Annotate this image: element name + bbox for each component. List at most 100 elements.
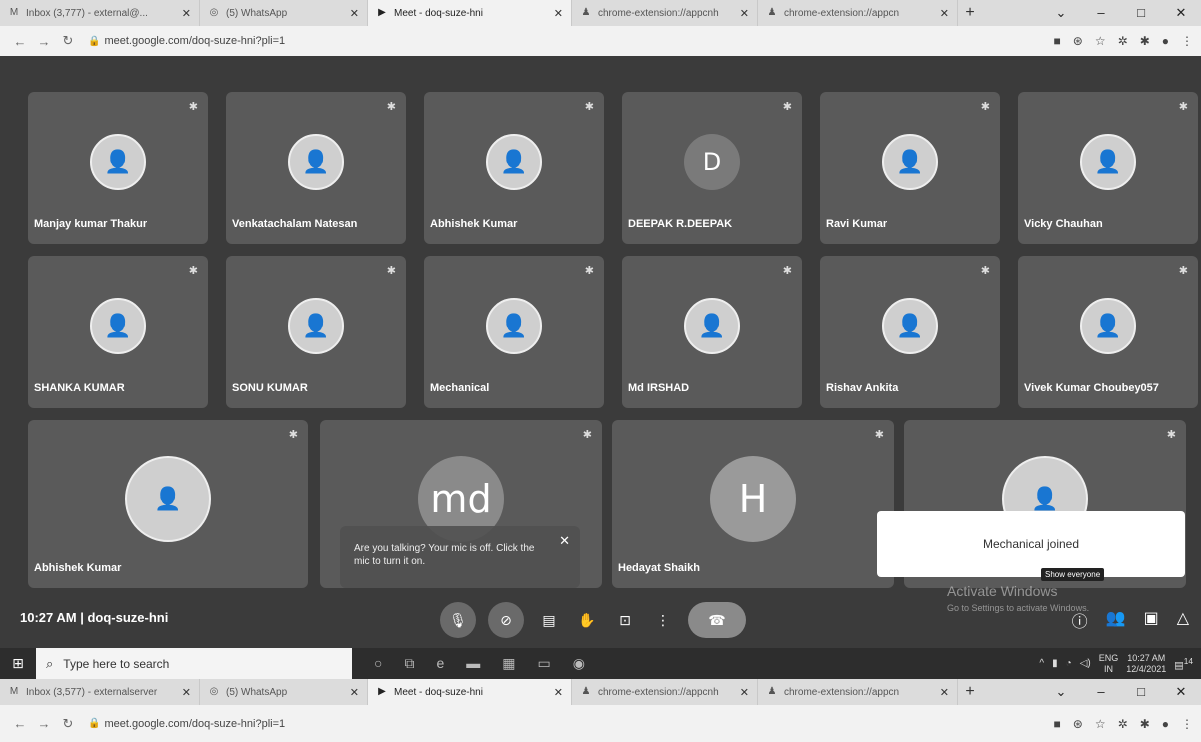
extension-icon[interactable]: ✲	[1118, 34, 1128, 48]
close-icon[interactable]: ✕	[940, 686, 949, 699]
close-icon[interactable]: ✕	[182, 7, 191, 20]
new-tab-icon[interactable]: +	[958, 4, 982, 22]
profile-icon[interactable]: ●	[1162, 34, 1169, 48]
chevron-down-icon[interactable]: ⌄	[1041, 5, 1081, 21]
participant-tile[interactable]: ✱ H Hedayat Shaikh	[612, 420, 894, 588]
captions-button[interactable]: ▤	[536, 602, 562, 638]
notification-icon[interactable]: ▤14	[1174, 656, 1193, 671]
puzzle-icon[interactable]: ✱	[1140, 34, 1150, 48]
people-icon[interactable]: 👥	[1106, 608, 1126, 632]
clock[interactable]: 10:27 AM 12/4/2021	[1126, 653, 1166, 675]
browser-tab[interactable]: ♟ chrome-extension://appcn ✕	[758, 679, 958, 705]
store-icon[interactable]: ▦	[502, 655, 515, 672]
camera-icon[interactable]: ■	[1054, 717, 1061, 731]
chevron-up-icon[interactable]: ^	[1039, 658, 1044, 669]
participant-tile[interactable]: ✱ 👤 Abhishek Kumar	[28, 420, 308, 588]
reload-icon[interactable]: ↻	[56, 33, 80, 49]
edge-icon[interactable]: e	[436, 655, 444, 672]
menu-icon[interactable]: ⋮	[1181, 717, 1193, 731]
profile-icon[interactable]: ●	[1162, 717, 1169, 731]
leave-call-button[interactable]: ☎	[688, 602, 746, 638]
chrome-icon[interactable]: ◉	[573, 655, 585, 672]
browser-tab[interactable]: ♟ chrome-extension://appcnh ✕	[572, 679, 758, 705]
extension-icon[interactable]: ✲	[1118, 717, 1128, 731]
person-icon: 👤	[896, 313, 924, 338]
chevron-down-icon[interactable]: ⌄	[1041, 684, 1081, 700]
browser-tab[interactable]: ▶ Meet - doq-suze-hni ✕	[368, 679, 572, 705]
avatar: 👤	[684, 298, 740, 354]
lock-icon[interactable]: 🔒	[88, 36, 100, 47]
participant-tile[interactable]: ✱ 👤 SONU KUMAR	[226, 256, 406, 408]
participant-tile[interactable]: ✱ D DEEPAK R.DEEPAK	[622, 92, 802, 244]
battery-icon[interactable]: ▮	[1052, 658, 1058, 669]
url-field[interactable]: meet.google.com/doq-suze-hni?pli=1	[104, 35, 1053, 47]
browser-tab[interactable]: ◎ (5) WhatsApp ✕	[200, 679, 368, 705]
back-icon[interactable]: ←	[8, 716, 32, 731]
close-icon[interactable]: ✕	[740, 7, 749, 20]
network-icon[interactable]: ◔	[1066, 658, 1072, 669]
info-icon[interactable]: ⓘ	[1072, 608, 1088, 632]
participant-tile[interactable]: ✱ 👤 Abhishek Kumar	[424, 92, 604, 244]
close-icon[interactable]: ✕	[350, 7, 359, 20]
browser-tab[interactable]: M Inbox (3,777) - external@... ✕	[0, 0, 200, 26]
star-icon[interactable]: ☆	[1095, 34, 1106, 48]
participant-tile[interactable]: ✱ 👤 Mechanical	[424, 256, 604, 408]
task-view-icon[interactable]: ⧉	[404, 655, 414, 672]
browser-tab[interactable]: ♟ chrome-extension://appcn ✕	[758, 0, 958, 26]
person-icon: 👤	[698, 313, 726, 338]
reload-icon[interactable]: ↻	[56, 716, 80, 732]
close-icon[interactable]: ✕	[1161, 5, 1201, 21]
browser-tab[interactable]: ▶ Meet - doq-suze-hni ✕	[368, 0, 572, 26]
volume-icon[interactable]: ◁)	[1080, 658, 1091, 669]
new-tab-icon[interactable]: +	[958, 683, 982, 701]
minimize-icon[interactable]: –	[1081, 684, 1121, 700]
chat-icon[interactable]: ▣	[1144, 608, 1159, 632]
extension-icon[interactable]: ⊛	[1073, 34, 1083, 48]
forward-icon[interactable]: →	[32, 34, 56, 49]
browser-tab[interactable]: ♟ chrome-extension://appcnh ✕	[572, 0, 758, 26]
more-options-button[interactable]: ⋮	[650, 602, 676, 638]
browser-tab[interactable]: ◎ (5) WhatsApp ✕	[200, 0, 368, 26]
activities-icon[interactable]: △	[1177, 608, 1189, 632]
extension-icon[interactable]: ⊛	[1073, 717, 1083, 731]
close-icon[interactable]: ✕	[182, 686, 191, 699]
windows-start-icon[interactable]: ⊞	[0, 655, 36, 672]
camera-toggle-button[interactable]: ⊘	[488, 602, 524, 638]
participant-tile[interactable]: ✱ 👤 Venkatachalam Natesan	[226, 92, 406, 244]
participant-tile[interactable]: ✱ 👤 SHANKA KUMAR	[28, 256, 208, 408]
file-explorer-icon[interactable]: ▭	[538, 655, 551, 672]
close-icon[interactable]: ✕	[740, 686, 749, 699]
forward-icon[interactable]: →	[32, 716, 56, 731]
lock-icon[interactable]: 🔒	[88, 718, 100, 729]
close-icon[interactable]: ✕	[350, 686, 359, 699]
participant-tile[interactable]: ✱ 👤 Manjay kumar Thakur	[28, 92, 208, 244]
mail-icon[interactable]: ▬	[466, 655, 480, 672]
raise-hand-button[interactable]: ✋	[574, 602, 600, 638]
participant-tile[interactable]: ✱ 👤 Rishav Ankita	[820, 256, 1000, 408]
close-icon[interactable]: ✕	[554, 686, 563, 699]
close-icon[interactable]: ✕	[940, 7, 949, 20]
close-icon[interactable]: ✕	[559, 534, 570, 547]
close-icon[interactable]: ✕	[1161, 684, 1201, 700]
participant-tile[interactable]: ✱ 👤 Vivek Kumar Choubey057	[1018, 256, 1198, 408]
back-icon[interactable]: ←	[8, 34, 32, 49]
star-icon[interactable]: ☆	[1095, 717, 1106, 731]
present-button[interactable]: ⊡	[612, 602, 638, 638]
mic-toggle-button[interactable]: 🎙	[440, 602, 476, 638]
camera-icon[interactable]: ■	[1054, 34, 1061, 48]
participant-tile[interactable]: ✱ 👤 Ravi Kumar	[820, 92, 1000, 244]
url-field[interactable]: meet.google.com/doq-suze-hni?pli=1	[104, 718, 1053, 730]
browser-tab[interactable]: M Inbox (3,577) - externalserver ✕	[0, 679, 200, 705]
menu-icon[interactable]: ⋮	[1181, 34, 1193, 48]
cortana-icon[interactable]: ○	[374, 655, 382, 672]
participant-tile[interactable]: ✱ 👤 Md IRSHAD	[622, 256, 802, 408]
minimize-icon[interactable]: –	[1081, 5, 1121, 21]
maximize-icon[interactable]: □	[1121, 684, 1161, 700]
language-indicator[interactable]: ENG IN	[1099, 653, 1119, 675]
maximize-icon[interactable]: □	[1121, 5, 1161, 21]
taskbar-search[interactable]: ⌕ Type here to search	[36, 648, 352, 679]
avatar: 👤	[125, 456, 211, 542]
participant-tile[interactable]: ✱ 👤 Vicky Chauhan	[1018, 92, 1198, 244]
close-icon[interactable]: ✕	[554, 7, 563, 20]
puzzle-icon[interactable]: ✱	[1140, 717, 1150, 731]
